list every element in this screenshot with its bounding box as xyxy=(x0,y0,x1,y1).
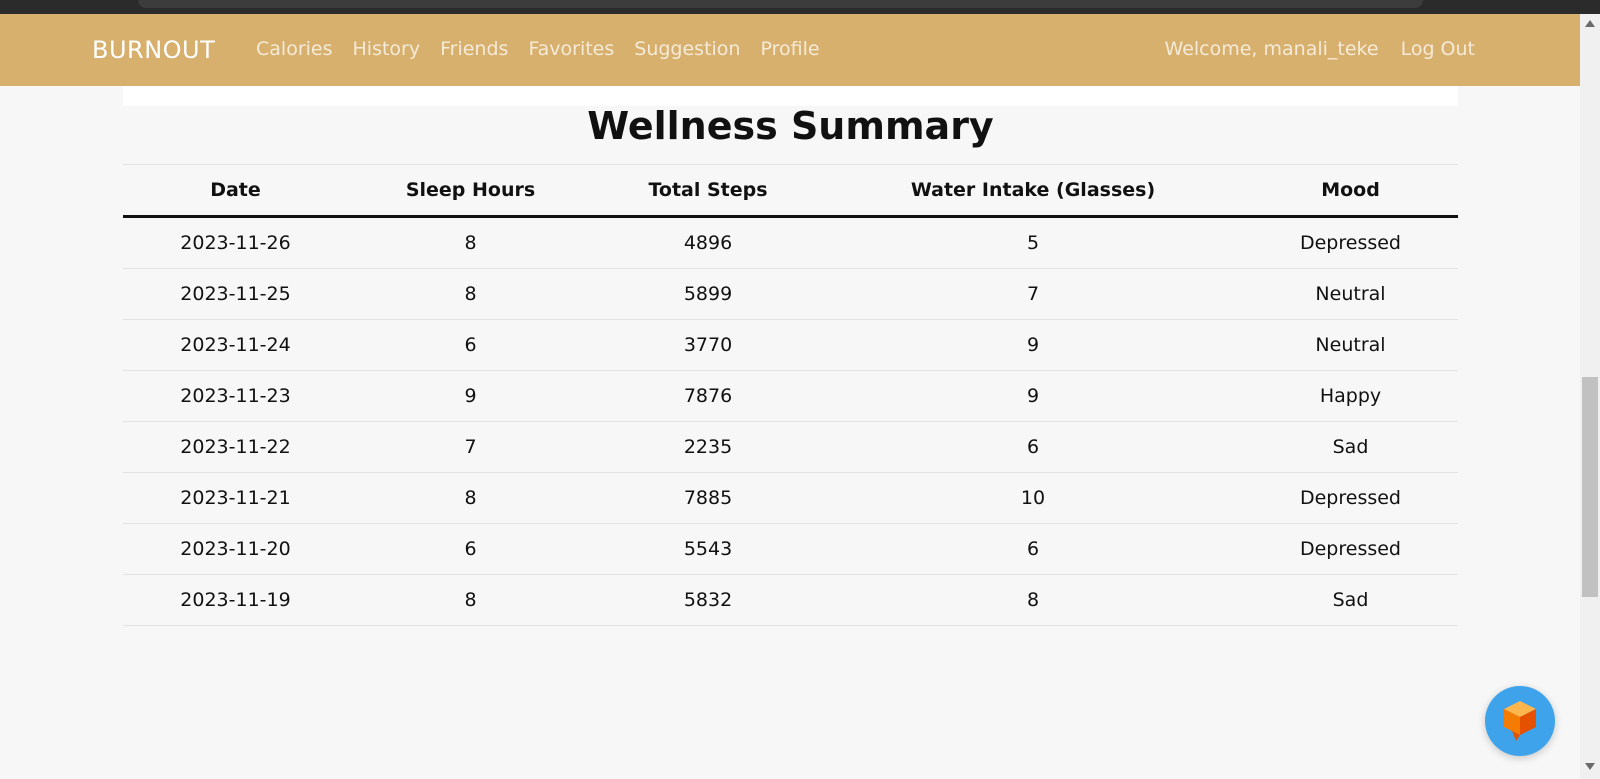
cell-steps: 7885 xyxy=(593,472,823,524)
brand-logo[interactable]: BURNOUT xyxy=(92,36,215,64)
scroll-up-arrow-icon[interactable] xyxy=(1585,20,1595,27)
cell-mood: Depressed xyxy=(1243,472,1458,524)
table-header-row: Date Sleep Hours Total Steps Water Intak… xyxy=(123,164,1458,218)
logout-link[interactable]: Log Out xyxy=(1401,38,1475,60)
cell-water: 6 xyxy=(823,523,1243,575)
scroll-down-arrow-icon[interactable] xyxy=(1585,763,1595,770)
nav-links: Calories History Friends Favorites Sugge… xyxy=(256,38,820,60)
nav-link-friends[interactable]: Friends xyxy=(440,38,508,60)
nav-link-history[interactable]: History xyxy=(353,38,421,60)
table-row: 2023-11-22 7 2235 6 Sad xyxy=(123,421,1458,473)
nav-link-suggestion[interactable]: Suggestion xyxy=(634,38,740,60)
nav-link-calories[interactable]: Calories xyxy=(256,38,333,60)
nav-link-profile[interactable]: Profile xyxy=(760,38,819,60)
cell-mood: Neutral xyxy=(1243,268,1458,320)
scrollbar-thumb[interactable] xyxy=(1582,377,1598,597)
cell-date: 2023-11-22 xyxy=(123,421,348,473)
cell-mood: Sad xyxy=(1243,574,1458,626)
cell-mood: Happy xyxy=(1243,370,1458,422)
chat-button[interactable] xyxy=(1485,686,1555,756)
cell-date: 2023-11-19 xyxy=(123,574,348,626)
cell-mood: Depressed xyxy=(1243,523,1458,575)
cell-date: 2023-11-20 xyxy=(123,523,348,575)
cell-sleep: 7 xyxy=(348,421,593,473)
cell-water: 7 xyxy=(823,268,1243,320)
cell-sleep: 8 xyxy=(348,472,593,524)
cell-mood: Sad xyxy=(1243,421,1458,473)
cell-steps: 5832 xyxy=(593,574,823,626)
cell-sleep: 8 xyxy=(348,268,593,320)
browser-bar xyxy=(138,0,1423,8)
nav-user-area: Welcome, manali_teke Log Out xyxy=(1165,38,1475,60)
cell-sleep: 6 xyxy=(348,523,593,575)
table-row: 2023-11-25 8 5899 7 Neutral xyxy=(123,268,1458,320)
table-row: 2023-11-21 8 7885 10 Depressed xyxy=(123,472,1458,524)
chat-cube-icon xyxy=(1504,701,1536,741)
page-title: Wellness Summary xyxy=(587,104,994,148)
cell-sleep: 8 xyxy=(348,574,593,626)
cell-water: 8 xyxy=(823,574,1243,626)
cell-sleep: 9 xyxy=(348,370,593,422)
header-total-steps: Total Steps xyxy=(593,164,823,218)
header-date: Date xyxy=(123,164,348,218)
header-mood: Mood xyxy=(1243,164,1458,218)
cell-steps: 5543 xyxy=(593,523,823,575)
content-top-strip xyxy=(123,86,1458,106)
table-row: 2023-11-24 6 3770 9 Neutral xyxy=(123,319,1458,371)
welcome-text: Welcome, manali_teke xyxy=(1164,38,1379,60)
cell-mood: Depressed xyxy=(1243,216,1458,269)
table-row: 2023-11-23 9 7876 9 Happy xyxy=(123,370,1458,422)
navbar: BURNOUT Calories History Friends Favorit… xyxy=(0,14,1580,86)
cell-water: 5 xyxy=(823,216,1243,269)
cell-steps: 3770 xyxy=(593,319,823,371)
wellness-table: Date Sleep Hours Total Steps Water Intak… xyxy=(123,164,1458,626)
cell-steps: 7876 xyxy=(593,370,823,422)
table-row: 2023-11-19 8 5832 8 Sad xyxy=(123,574,1458,626)
table-row: 2023-11-20 6 5543 6 Depressed xyxy=(123,523,1458,575)
header-water-intake: Water Intake (Glasses) xyxy=(823,164,1243,218)
cell-water: 6 xyxy=(823,421,1243,473)
cell-sleep: 8 xyxy=(348,216,593,269)
cell-date: 2023-11-26 xyxy=(123,216,348,269)
cell-sleep: 6 xyxy=(348,319,593,371)
nav-link-favorites[interactable]: Favorites xyxy=(528,38,614,60)
header-sleep-hours: Sleep Hours xyxy=(348,164,593,218)
cell-mood: Neutral xyxy=(1243,319,1458,371)
browser-top-strip xyxy=(0,0,1600,14)
cell-date: 2023-11-21 xyxy=(123,472,348,524)
cell-date: 2023-11-24 xyxy=(123,319,348,371)
cell-steps: 4896 xyxy=(593,216,823,269)
cell-date: 2023-11-23 xyxy=(123,370,348,422)
cell-water: 9 xyxy=(823,319,1243,371)
cell-steps: 5899 xyxy=(593,268,823,320)
cell-date: 2023-11-25 xyxy=(123,268,348,320)
table-row: 2023-11-26 8 4896 5 Depressed xyxy=(123,216,1458,269)
cell-water: 10 xyxy=(823,472,1243,524)
cell-water: 9 xyxy=(823,370,1243,422)
cell-steps: 2235 xyxy=(593,421,823,473)
